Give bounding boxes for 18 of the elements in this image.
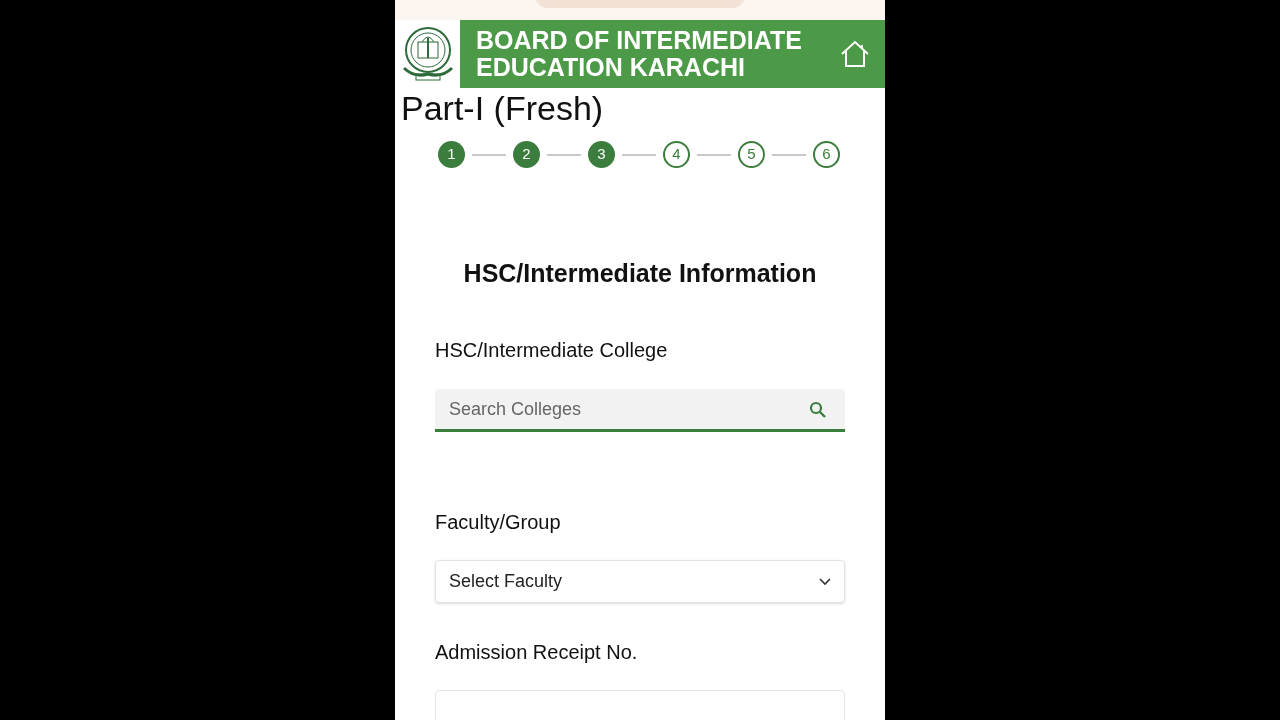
header-title: BOARD OF INTERMEDIATE bbox=[476, 27, 802, 54]
step-indicator: 4 bbox=[663, 141, 690, 168]
field-label: Faculty/Group bbox=[435, 510, 561, 534]
page-title: Part-I (Fresh) bbox=[401, 89, 604, 127]
search-field[interactable]: Search Colleges bbox=[435, 389, 845, 432]
home-icon[interactable] bbox=[839, 39, 871, 69]
field-label: Admission Receipt No. bbox=[435, 640, 638, 664]
faculty-dropdown[interactable]: Select Faculty bbox=[435, 560, 845, 603]
field-label: HSC/Intermediate College bbox=[435, 338, 668, 362]
step-indicator: 6 bbox=[813, 141, 840, 168]
header-title: EDUCATION KARACHI bbox=[476, 54, 746, 81]
step-indicator: 1 bbox=[438, 141, 465, 168]
search-icon[interactable] bbox=[809, 401, 827, 419]
step-indicator: 5 bbox=[738, 141, 765, 168]
section-title: HSC/Intermediate Information bbox=[463, 258, 817, 288]
step-indicator: 2 bbox=[513, 141, 540, 168]
chevron-down-icon bbox=[819, 577, 831, 586]
step-indicator: 3 bbox=[588, 141, 615, 168]
